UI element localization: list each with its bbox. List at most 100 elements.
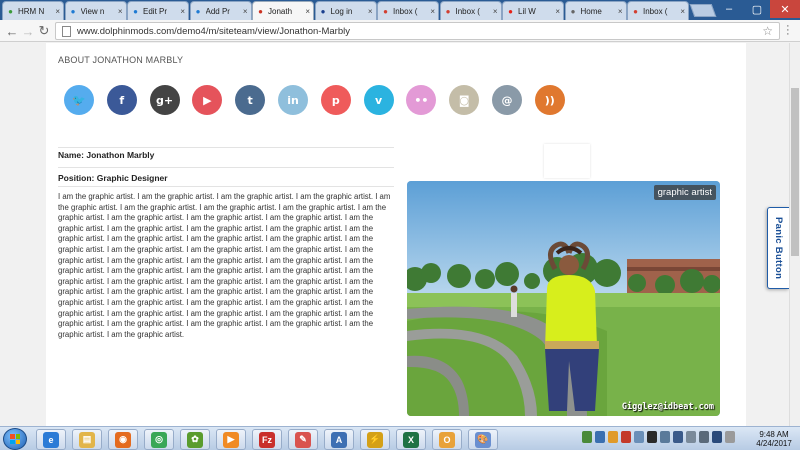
close-tab-icon[interactable]: × bbox=[680, 7, 685, 16]
scrollbar-thumb[interactable] bbox=[791, 88, 799, 256]
browser-tab-label: HRM N bbox=[18, 6, 45, 16]
taskbar-file-explorer[interactable]: ▤ bbox=[72, 429, 102, 450]
browser-tab-label: Edit Pr bbox=[143, 6, 168, 16]
close-tab-icon[interactable]: × bbox=[493, 7, 498, 16]
home-icon: ● bbox=[570, 6, 576, 16]
browser-tab[interactable]: ● Inbox (× bbox=[439, 1, 502, 20]
name-field: Name: Jonathon Marbly bbox=[58, 150, 155, 160]
tray-icon[interactable] bbox=[673, 431, 683, 443]
taskbar-firefox[interactable]: ◉ bbox=[108, 429, 138, 450]
browser-tab-strip: ● HRM N × ● View n × ● Edit Pr × ● Add Pr × ● Jonath ×… bbox=[0, 0, 800, 20]
close-tab-icon[interactable]: × bbox=[368, 7, 373, 16]
maximize-button[interactable]: ▢ bbox=[742, 0, 772, 18]
close-tab-icon[interactable]: × bbox=[555, 7, 560, 16]
panic-button[interactable]: Panic Button bbox=[767, 207, 789, 289]
windows-taskbar: e ▤ ◉ ◎ ✿ ▶ Fz ✎ A ⚡ X O 🎨 9:48 AM 4/24/2017 bbox=[0, 426, 800, 450]
gmail-icon: ● bbox=[383, 6, 388, 16]
youtube-icon[interactable]: ▶ bbox=[192, 85, 223, 115]
taskbar-chrome[interactable]: ◎ bbox=[144, 429, 174, 450]
taskbar-filezilla[interactable]: Fz bbox=[252, 429, 282, 450]
internet-explorer-icon: e bbox=[43, 431, 59, 448]
page-scrollbar[interactable] bbox=[789, 43, 800, 427]
tray-icon[interactable] bbox=[660, 431, 670, 443]
tumblr-icon[interactable]: t bbox=[235, 85, 266, 115]
close-tab-icon[interactable]: × bbox=[118, 7, 123, 16]
frogger-icon: ✿ bbox=[187, 431, 203, 448]
rss-icon[interactable]: )) bbox=[534, 85, 565, 115]
email-icon[interactable]: @ bbox=[492, 85, 522, 115]
taskbar-media-player[interactable]: ▶ bbox=[216, 429, 246, 450]
tray-icon[interactable] bbox=[647, 431, 657, 443]
twitter-icon[interactable]: 🐦 bbox=[64, 85, 94, 115]
browser-tab[interactable]: ● Inbox ( × bbox=[627, 1, 689, 20]
tray-icon[interactable] bbox=[634, 431, 644, 443]
close-tab-icon[interactable]: × bbox=[305, 7, 310, 16]
pinterest-icon[interactable]: p bbox=[320, 85, 351, 115]
start-button[interactable] bbox=[3, 428, 27, 450]
menu-icon[interactable]: · · · bbox=[786, 21, 790, 40]
tray-icon[interactable] bbox=[582, 431, 592, 443]
profile-photo: graphic artist Gigglez@idbeat.com bbox=[407, 181, 720, 416]
address-bar[interactable]: www.dolphinmods.com/demo4/m/siteteam/vie… bbox=[55, 22, 780, 40]
tray-icon[interactable] bbox=[621, 431, 631, 443]
page-title: ABOUT JONATHON MARBLY bbox=[58, 55, 184, 65]
file-explorer-icon: ▤ bbox=[79, 431, 95, 448]
browser-tab-label: Log in bbox=[330, 6, 353, 16]
taskbar-internet-explorer[interactable]: e bbox=[36, 429, 66, 450]
clock[interactable]: 9:48 AM 4/24/2017 bbox=[752, 430, 796, 448]
taskbar-eraser[interactable]: ✎ bbox=[288, 429, 318, 450]
linkedin-icon[interactable]: in bbox=[278, 85, 308, 115]
bookmark-star-icon[interactable]: ☆ bbox=[762, 24, 773, 38]
vimeo-icon[interactable]: v bbox=[363, 85, 394, 115]
facebook-icon[interactable]: f bbox=[106, 85, 137, 115]
minimize-button[interactable]: – bbox=[714, 0, 744, 18]
taskbar-outlook[interactable]: O bbox=[432, 429, 462, 450]
browser-tab[interactable]: ● Edit Pr × bbox=[127, 1, 189, 20]
infinity-icon: ● bbox=[133, 6, 138, 16]
browser-tab[interactable]: ● Log in × bbox=[314, 1, 377, 20]
new-tab-button[interactable] bbox=[689, 4, 717, 17]
url-text[interactable]: www.dolphinmods.com/demo4/m/siteteam/vie… bbox=[77, 26, 762, 37]
google-plus-icon[interactable]: g+ bbox=[149, 85, 180, 115]
photo-scene bbox=[407, 181, 720, 416]
browser-tab[interactable]: ● HRM N × bbox=[2, 1, 64, 20]
tray-icon[interactable] bbox=[608, 431, 618, 443]
browser-tab[interactable]: ● Add Pr × bbox=[189, 1, 252, 20]
browser-tab[interactable]: ● Inbox (× bbox=[377, 1, 439, 20]
tray-icon[interactable] bbox=[595, 431, 605, 443]
back-icon[interactable]: ← bbox=[4, 23, 20, 39]
close-tab-icon[interactable]: × bbox=[55, 7, 60, 16]
taskbar-excel[interactable]: X bbox=[396, 429, 426, 450]
browser-tab[interactable]: ● Lil W × bbox=[502, 1, 564, 20]
close-window-button[interactable]: ✕ bbox=[770, 0, 800, 18]
taskbar-paint[interactable]: 🎨 bbox=[468, 429, 498, 450]
divider bbox=[58, 147, 394, 148]
taskbar-frogger[interactable]: ✿ bbox=[180, 429, 210, 450]
browser-tab-label: Inbox ( bbox=[643, 6, 668, 16]
media-player-icon: ▶ bbox=[223, 431, 239, 448]
taskbar-winamp[interactable]: ⚡ bbox=[360, 429, 390, 450]
instagram-icon[interactable]: ◙ bbox=[449, 85, 480, 115]
browser-tab-label: Lil W bbox=[518, 6, 536, 16]
leaf-icon: ● bbox=[8, 6, 13, 16]
panic-button-label: Panic Button bbox=[773, 216, 784, 280]
volume-icon[interactable] bbox=[699, 431, 709, 443]
reload-icon[interactable]: ↻ bbox=[36, 23, 52, 39]
browser-tab[interactable]: ● Jonath × bbox=[252, 1, 314, 20]
position-field: Position: Graphic Designer bbox=[58, 173, 168, 183]
forward-icon[interactable]: → bbox=[20, 23, 36, 39]
gmail-icon: ● bbox=[633, 6, 638, 16]
browser-tab-label: View n bbox=[80, 6, 105, 16]
close-tab-icon[interactable]: × bbox=[618, 7, 623, 16]
youtube-icon: ● bbox=[508, 6, 513, 16]
taskbar-font-viewer[interactable]: A bbox=[324, 429, 354, 450]
close-tab-icon[interactable]: × bbox=[180, 7, 185, 16]
browser-tab[interactable]: ● Home × bbox=[564, 1, 627, 20]
browser-tab[interactable]: ● View n × bbox=[64, 1, 127, 20]
close-tab-icon[interactable]: × bbox=[430, 7, 435, 16]
flickr-icon[interactable]: •• bbox=[406, 85, 437, 115]
tray-icon[interactable] bbox=[712, 431, 722, 443]
flag-icon[interactable] bbox=[725, 431, 735, 443]
network-icon[interactable] bbox=[686, 431, 696, 443]
close-tab-icon[interactable]: × bbox=[243, 7, 248, 16]
